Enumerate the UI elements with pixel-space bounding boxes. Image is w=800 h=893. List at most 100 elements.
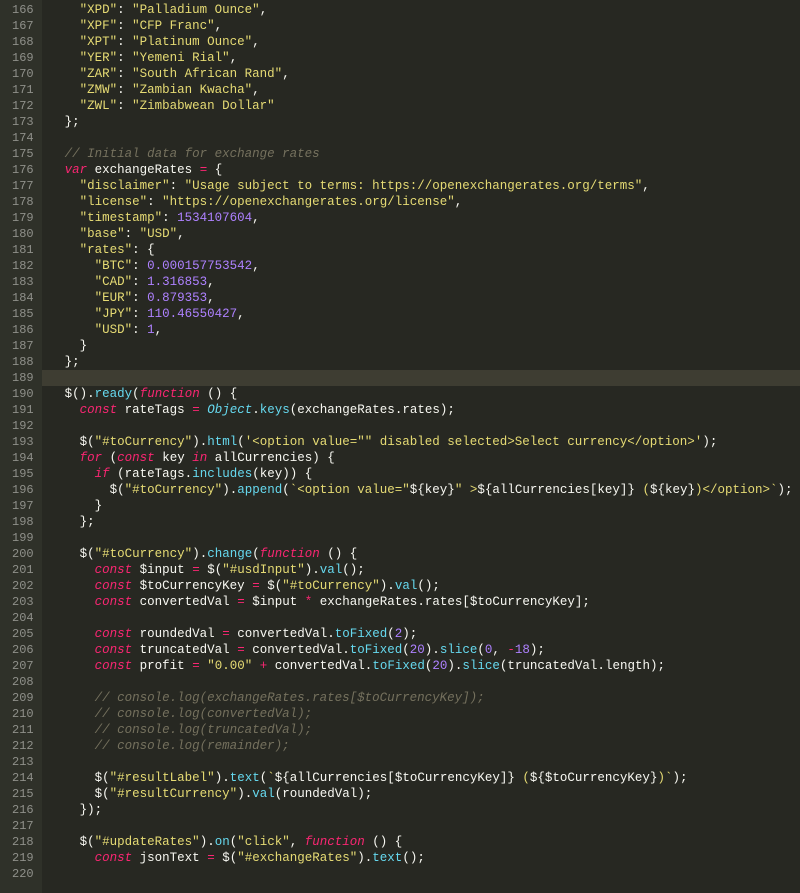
line-number: 194 (12, 450, 34, 466)
token-p: [ (462, 595, 470, 609)
token-p (50, 435, 80, 449)
line-number: 183 (12, 274, 34, 290)
line-number: 195 (12, 466, 34, 482)
token-p: , (252, 83, 260, 97)
code-line[interactable] (42, 370, 800, 386)
code-line[interactable]: // console.log(exchangeRates.rates[$toCu… (50, 690, 800, 706)
token-s: "#usdInput" (222, 563, 305, 577)
code-line[interactable]: // console.log(convertedVal); (50, 706, 800, 722)
code-line[interactable]: "BTC": 0.000157753542, (50, 258, 800, 274)
token-p (50, 195, 80, 209)
token-op: = (192, 563, 200, 577)
line-number: 200 (12, 546, 34, 562)
line-number: 169 (12, 50, 34, 66)
code-line[interactable]: }); (50, 802, 800, 818)
token-s: "#resultCurrency" (110, 787, 238, 801)
code-line[interactable]: }; (50, 114, 800, 130)
token-p (50, 643, 95, 657)
code-line[interactable] (50, 674, 800, 690)
token-n: 1 (147, 323, 155, 337)
code-line[interactable]: "rates": { (50, 242, 800, 258)
code-line[interactable]: "disclaimer": "Usage subject to terms: h… (50, 178, 800, 194)
code-line[interactable]: if (rateTags.includes(key)) { (50, 466, 800, 482)
code-line[interactable]: "ZWL": "Zimbabwean Dollar" (50, 98, 800, 114)
code-line[interactable]: $("#toCurrency").append(`<option value="… (50, 482, 800, 498)
line-number: 173 (12, 114, 34, 130)
token-s: "USD" (95, 323, 133, 337)
code-line[interactable]: "XPT": "Platinum Ounce", (50, 34, 800, 50)
code-line[interactable]: "base": "USD", (50, 226, 800, 242)
token-p: ( (117, 483, 125, 497)
code-line[interactable]: }; (50, 514, 800, 530)
code-line[interactable]: $("#resultLabel").text(`${allCurrencies[… (50, 770, 800, 786)
code-line[interactable] (50, 530, 800, 546)
line-number: 203 (12, 594, 34, 610)
code-line[interactable] (50, 130, 800, 146)
code-line[interactable]: } (50, 338, 800, 354)
code-line[interactable]: $().ready(function () { (50, 386, 800, 402)
code-line[interactable] (50, 418, 800, 434)
line-number: 207 (12, 658, 34, 674)
token-s: "license" (80, 195, 148, 209)
code-line[interactable]: const truncatedVal = convertedVal.toFixe… (50, 642, 800, 658)
code-line[interactable]: "YER": "Yemeni Rial", (50, 50, 800, 66)
token-p (50, 451, 80, 465)
code-line[interactable]: "ZMW": "Zambian Kwacha", (50, 82, 800, 98)
token-call: val (252, 787, 275, 801)
code-line[interactable]: const rateTags = Object.keys(exchangeRat… (50, 402, 800, 418)
code-line[interactable]: $("#updateRates").on("click", function (… (50, 834, 800, 850)
code-line[interactable]: const convertedVal = $input * exchangeRa… (50, 594, 800, 610)
code-line[interactable]: "timestamp": 1534107604, (50, 210, 800, 226)
code-line[interactable]: "USD": 1, (50, 322, 800, 338)
token-p (50, 563, 95, 577)
code-line[interactable]: "license": "https://openexchangerates.or… (50, 194, 800, 210)
token-s: "Yemeni Rial" (132, 51, 230, 65)
code-line[interactable] (50, 610, 800, 626)
code-line[interactable] (50, 754, 800, 770)
code-line[interactable]: // console.log(truncatedVal); (50, 722, 800, 738)
code-line[interactable]: // console.log(remainder); (50, 738, 800, 754)
code-line[interactable]: const $toCurrencyKey = $("#toCurrency").… (50, 578, 800, 594)
code-editor[interactable]: 1661671681691701711721731741751761771781… (0, 0, 800, 893)
code-line[interactable]: for (const key in allCurrencies) { (50, 450, 800, 466)
code-line[interactable]: $("#resultCurrency").val(roundedVal); (50, 786, 800, 802)
token-p: ). (425, 643, 440, 657)
token-call: toFixed (335, 627, 388, 641)
code-line[interactable]: "JPY": 110.46550427, (50, 306, 800, 322)
token-p: : (132, 275, 147, 289)
line-number: 168 (12, 34, 34, 50)
token-p: () { (200, 387, 238, 401)
token-s: "Zimbabwean Dollar" (132, 99, 275, 113)
code-line[interactable] (50, 866, 800, 882)
code-line[interactable]: } (50, 498, 800, 514)
code-line[interactable]: const $input = $("#usdInput").val(); (50, 562, 800, 578)
token-call: val (320, 563, 343, 577)
code-line[interactable] (50, 818, 800, 834)
code-line[interactable]: const roundedVal = convertedVal.toFixed(… (50, 626, 800, 642)
token-s: ( (515, 771, 530, 785)
code-line[interactable]: const profit = "0.00" + convertedVal.toF… (50, 658, 800, 674)
token-d: key (162, 451, 185, 465)
code-line[interactable]: "CAD": 1.316853, (50, 274, 800, 290)
token-p (50, 403, 80, 417)
token-k: const (117, 451, 155, 465)
code-line[interactable]: "XPF": "CFP Franc", (50, 18, 800, 34)
code-line[interactable]: $("#toCurrency").html('<option value="" … (50, 434, 800, 450)
code-line[interactable]: var exchangeRates = { (50, 162, 800, 178)
line-number: 185 (12, 306, 34, 322)
code-area[interactable]: "XPD": "Palladium Ounce", "XPF": "CFP Fr… (42, 0, 800, 893)
token-op: = (237, 643, 245, 657)
token-p: : (117, 83, 132, 97)
code-line[interactable]: // Initial data for exchange rates (50, 146, 800, 162)
code-line[interactable]: "EUR": 0.879353, (50, 290, 800, 306)
code-line[interactable]: "ZAR": "South African Rand", (50, 66, 800, 82)
code-line[interactable]: const jsonText = $("#exchangeRates").tex… (50, 850, 800, 866)
token-p: : (117, 19, 132, 33)
token-p (50, 323, 95, 337)
code-line[interactable]: $("#toCurrency").change(function () { (50, 546, 800, 562)
line-number: 197 (12, 498, 34, 514)
token-p: : (132, 307, 147, 321)
code-line[interactable]: }; (50, 354, 800, 370)
code-line[interactable]: "XPD": "Palladium Ounce", (50, 2, 800, 18)
token-d: $ (110, 483, 118, 497)
